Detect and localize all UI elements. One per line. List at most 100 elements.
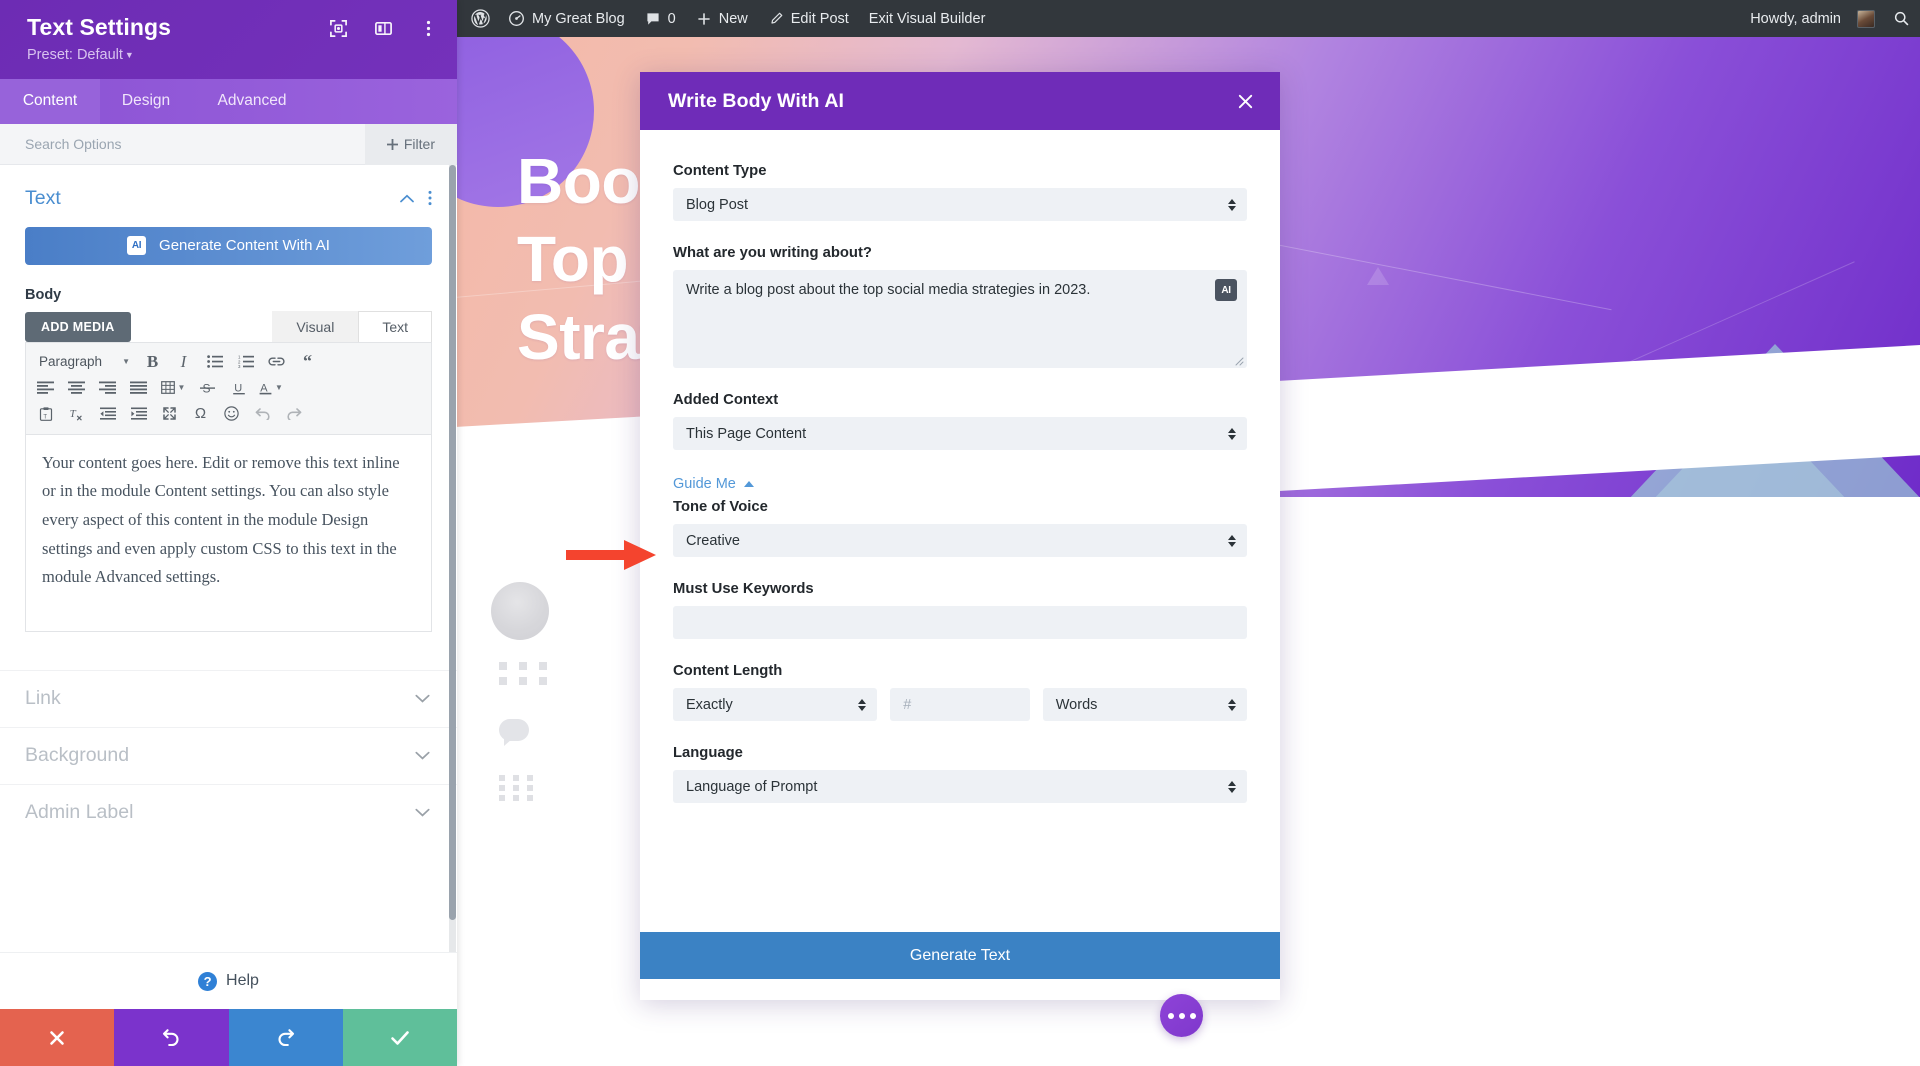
content-type-select[interactable]: Blog Post (673, 188, 1247, 221)
chevron-down-icon (415, 808, 430, 817)
align-justify-button[interactable] (123, 375, 154, 401)
section-more-button[interactable] (428, 190, 432, 206)
comments-button[interactable]: 0 (635, 0, 686, 37)
add-media-button[interactable]: ADD MEDIA (25, 311, 131, 342)
strikethrough-button[interactable]: S (192, 375, 223, 401)
paragraph-format-select[interactable]: Paragraph ▼ (30, 354, 137, 369)
fullscreen-button[interactable] (154, 401, 185, 427)
ai-assist-button[interactable]: AI (1215, 279, 1237, 301)
preset-selector[interactable]: Preset: Default ▼ (27, 47, 435, 63)
modal-title: Write Body With AI (668, 89, 845, 112)
select-spinner-icon (1228, 427, 1236, 440)
editor-mode-tabs: Visual Text (272, 310, 432, 342)
wp-admin-bar: My Great Blog 0 New Edit Post Exit Visua… (457, 0, 1920, 37)
undo-button[interactable] (247, 401, 278, 427)
blockquote-button[interactable]: “ (292, 349, 323, 375)
save-button[interactable] (342, 1009, 457, 1066)
bulleted-list-button[interactable] (199, 349, 230, 375)
emoji-button[interactable] (216, 401, 247, 427)
content-length-group: Content Length Exactly # Words (673, 663, 1248, 721)
exit-visual-builder-button[interactable]: Exit Visual Builder (859, 0, 996, 37)
wp-logo-button[interactable] (457, 0, 498, 37)
dashboard-speedometer-icon (509, 11, 524, 26)
more-options-button[interactable] (417, 17, 439, 39)
chevron-up-icon[interactable] (400, 194, 414, 203)
underline-button[interactable]: U (223, 375, 254, 401)
filter-button[interactable]: Filter (364, 123, 457, 165)
tone-of-voice-select[interactable]: Creative (673, 524, 1247, 557)
editor-content-area[interactable]: Your content goes here. Edit or remove t… (25, 433, 432, 632)
align-left-button[interactable] (30, 375, 61, 401)
redo-button[interactable] (228, 1009, 343, 1066)
content-length-unit-value: Words (1055, 696, 1098, 713)
tab-content[interactable]: Content (0, 78, 100, 124)
plus-icon (698, 12, 710, 25)
app-root: My Great Blog 0 New Edit Post Exit Visua… (0, 0, 1920, 1066)
align-justify-icon (130, 381, 147, 394)
tab-design[interactable]: Design (100, 79, 192, 124)
more-options-fab[interactable] (1160, 994, 1203, 1037)
paste-as-text-button[interactable]: T (30, 401, 61, 427)
help-question-icon: ? (198, 971, 218, 991)
tab-text[interactable]: Text (358, 310, 432, 342)
special-character-button[interactable]: Ω (185, 401, 216, 427)
tab-visual[interactable]: Visual (272, 310, 359, 342)
guide-me-toggle[interactable]: Guide Me (673, 476, 1247, 492)
edit-post-button[interactable]: Edit Post (758, 0, 859, 37)
chevron-down-icon: ▼ (177, 383, 186, 393)
content-length-amount-input[interactable]: # (890, 688, 1030, 721)
section-admin-label[interactable]: Admin Label (0, 783, 457, 841)
numbered-list-button[interactable]: 1 2 3 (230, 349, 261, 375)
modal-close-button[interactable] (1236, 92, 1255, 111)
settings-scrollbar[interactable] (449, 164, 456, 952)
toolbar-row-3: T T Ω (30, 401, 427, 427)
clear-formatting-button[interactable]: T (61, 401, 92, 427)
site-name-menu[interactable]: My Great Blog (498, 0, 635, 37)
section-background[interactable]: Background (0, 726, 457, 784)
account-menu[interactable]: Howdy, admin (1736, 0, 1883, 37)
layout-columns-button[interactable] (372, 17, 394, 39)
undo-icon (255, 408, 270, 421)
generate-text-button[interactable]: Generate Text (640, 932, 1280, 979)
search-icon (1894, 11, 1909, 26)
modal-footer: Generate Text (640, 932, 1280, 1000)
cancel-button[interactable] (0, 1009, 115, 1066)
text-color-icon: A (259, 382, 272, 394)
align-right-button[interactable] (92, 375, 123, 401)
new-content-button[interactable]: New (686, 0, 758, 37)
tab-advanced[interactable]: Advanced (192, 79, 312, 124)
focus-target-button[interactable] (327, 17, 349, 39)
indent-button[interactable] (123, 401, 154, 427)
prompt-textarea[interactable]: Write a blog post about the top social m… (673, 270, 1247, 368)
undo-button[interactable] (114, 1009, 229, 1066)
link-button[interactable] (261, 349, 292, 375)
textarea-resize-handle[interactable] (1233, 355, 1244, 366)
bold-button[interactable]: B (137, 349, 168, 375)
placeholder-avatar (491, 582, 549, 640)
align-center-button[interactable] (61, 375, 92, 401)
chevron-down-glyph (415, 808, 430, 817)
content-length-mode-select[interactable]: Exactly (673, 688, 878, 721)
close-icon (50, 1030, 64, 1045)
text-color-button[interactable]: A ▼ (254, 375, 288, 401)
added-context-select[interactable]: This Page Content (673, 417, 1247, 450)
language-select[interactable]: Language of Prompt (673, 770, 1247, 803)
text-section-header: Text (0, 165, 457, 210)
table-button[interactable]: ▼ (154, 375, 192, 401)
must-use-keywords-input[interactable] (673, 606, 1247, 639)
help-row[interactable]: ? Help (0, 952, 457, 1009)
body-editor: ADD MEDIA Visual Text Paragraph ▼ B I 1 … (25, 310, 432, 632)
outdent-button[interactable] (92, 401, 123, 427)
generate-content-with-ai-button[interactable]: AI Generate Content With AI (25, 226, 432, 265)
content-length-unit-select[interactable]: Words (1042, 688, 1248, 721)
scrollbar-thumb[interactable] (449, 164, 456, 920)
ellipsis-dot (1178, 1012, 1185, 1019)
search-input[interactable] (0, 135, 280, 152)
section-link[interactable]: Link (0, 669, 457, 727)
redo-button[interactable] (278, 401, 309, 427)
section-controls (400, 190, 432, 206)
admin-search-button[interactable] (1883, 0, 1920, 37)
select-spinner-icon (858, 698, 867, 711)
italic-button[interactable]: I (168, 349, 199, 375)
